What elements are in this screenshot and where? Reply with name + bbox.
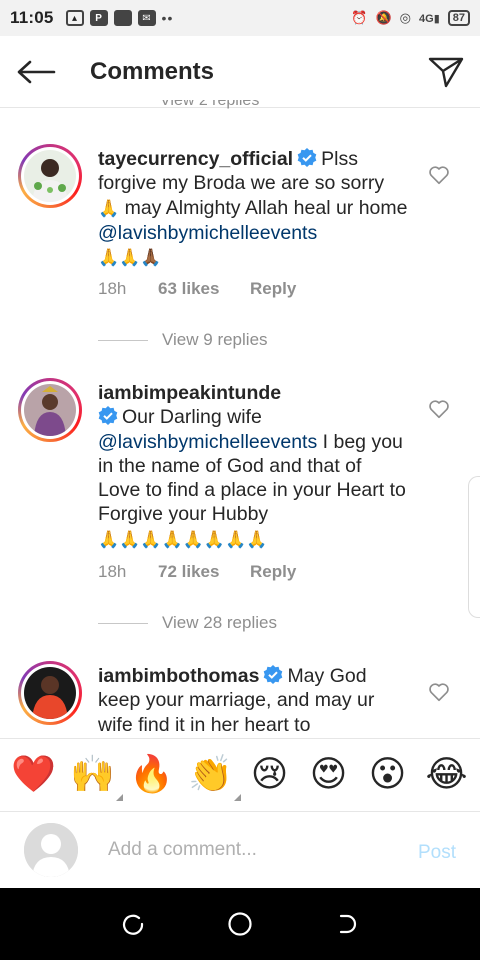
emoji-heart-eyes-button[interactable]: 😍: [305, 751, 353, 799]
default-user-icon: [24, 823, 78, 877]
recent-apps-icon: [123, 914, 144, 935]
profile-photo: [24, 667, 76, 719]
home-circle-icon: [228, 912, 252, 936]
add-comment-bar: Post: [0, 812, 480, 888]
emoji-heart-button[interactable]: ❤️: [10, 751, 58, 799]
recent-apps-button[interactable]: [118, 909, 148, 939]
emoji-laughing-button[interactable]: 😂: [423, 751, 471, 799]
skin-tone-indicator-icon: [115, 794, 123, 801]
system-navigation-bar: [0, 888, 480, 960]
comment-item: iambimbothomas May God keep your marriage…: [0, 0, 480, 738]
comment-text: iambimbothomas May God keep your marriage…: [98, 665, 375, 736]
emoji-fire-button[interactable]: 🔥: [128, 751, 176, 799]
like-heart-icon[interactable]: [428, 681, 450, 703]
emoji-crying-button[interactable]: 😢: [246, 751, 294, 799]
back-nav-icon: [339, 914, 356, 934]
current-user-avatar: [24, 823, 78, 877]
avatar[interactable]: [18, 661, 82, 725]
post-button[interactable]: Post: [418, 842, 456, 864]
skin-tone-indicator-icon: [233, 794, 241, 801]
emoji-clap-button[interactable]: 👏: [187, 751, 241, 801]
emoji-reaction-bar: ❤️ 🙌 🔥 👏 😢 😍 😮 😂: [0, 738, 480, 812]
home-button[interactable]: [225, 909, 255, 939]
emoji-surprised-button[interactable]: 😮: [364, 751, 412, 799]
comment-username[interactable]: iambimbothomas: [98, 665, 259, 687]
emoji-raised-hands-button[interactable]: 🙌: [69, 751, 123, 801]
comment-input[interactable]: [108, 839, 398, 861]
scroll-handle[interactable]: [468, 476, 480, 618]
verified-badge-icon: [264, 665, 283, 684]
back-nav-button[interactable]: [332, 909, 362, 939]
